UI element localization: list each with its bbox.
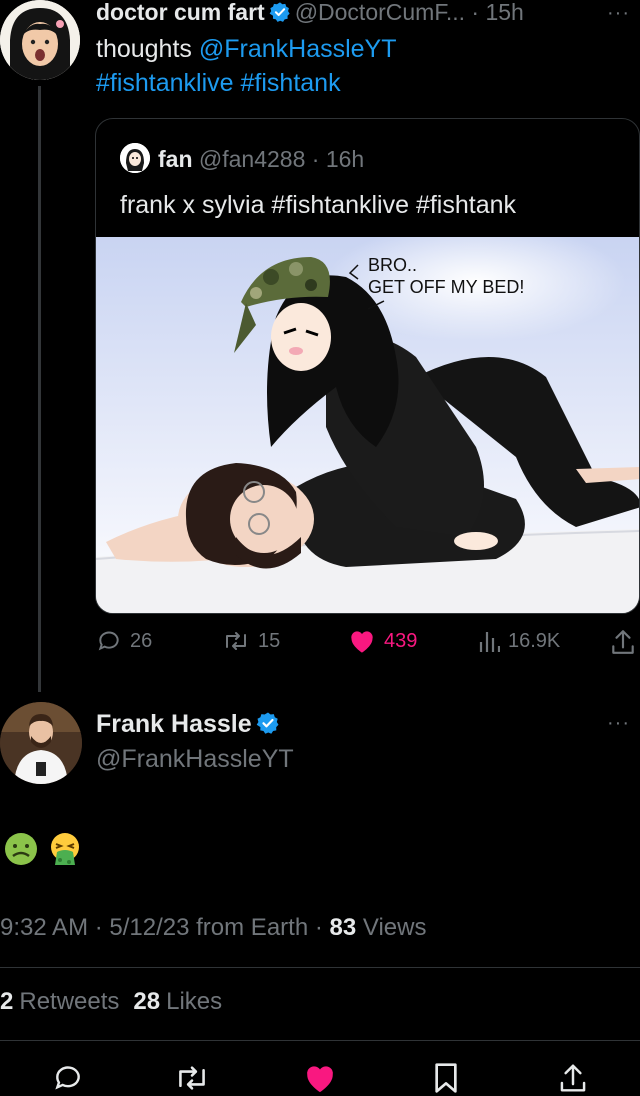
tweet-date[interactable]: 5/12/23 [109,914,189,941]
divider [0,1040,640,1041]
likes-label: Likes [166,988,223,1015]
tweet-timestamp[interactable]: 9:32 AM [0,914,88,941]
tweet-source: from Earth [189,914,309,941]
vomiting-face-icon [48,832,82,866]
author-name[interactable]: doctor cum fart [96,0,265,25]
speech-bubble-line2: GET OFF MY BED! [368,277,524,297]
bookmark-button[interactable] [432,1062,460,1096]
tweet-header: doctor cum fart @DoctorCumF... · 15h [96,0,524,29]
like-button[interactable] [303,1062,337,1096]
views-button[interactable]: 16.9K [478,628,560,654]
engagement-stats: 2 Retweets 28 Likes [0,988,222,1016]
thread-connector-line [38,86,41,692]
tweet-emoji-text [4,832,82,866]
like-button[interactable]: 439 [348,628,417,654]
retweet-button[interactable] [174,1062,210,1096]
tweet-actions: 26 15 439 16.9K [96,628,640,660]
avatar[interactable] [0,702,82,784]
views-count: 16.9K [508,629,561,652]
quoted-author-name[interactable]: fan [158,146,193,172]
retweets-count: 2 [0,988,14,1015]
divider [0,967,640,968]
quoted-tweet-image[interactable]: BRO.. GET OFF MY BED! [96,222,639,613]
verified-badge-icon [269,1,291,29]
author-handle[interactable]: @FrankHassleYT [96,745,294,774]
heart-filled-icon [307,1066,333,1093]
verified-badge-icon [256,711,280,742]
heart-filled-icon [351,631,373,653]
share-button[interactable] [610,628,636,656]
separator-dot: · [311,146,320,172]
separator-dot: · [88,914,110,941]
separator-dot: · [308,914,330,941]
author-handle[interactable]: @DoctorCumF... [295,0,465,25]
quoted-tweet-card[interactable]: fan @fan4288 · 16h frank x sylvia #fisht… [95,118,640,614]
quoted-tweet-text: frank x sylvia #fishtanklive #fishtank [120,191,517,219]
quoted-avatar [120,143,150,173]
likes-stat[interactable]: 28 Likes [133,988,222,1015]
hashtag-links[interactable]: #fishtanklive #fishtank [96,69,341,97]
views-count: 83 [329,914,357,941]
retweet-icon [179,1066,205,1090]
analytics-icon [479,632,500,652]
mention-link[interactable]: @FrankHassleYT [199,35,397,63]
separator-dot: · [471,0,480,25]
reply-icon [55,1066,80,1090]
like-count: 439 [384,629,418,652]
quoted-time: 16h [325,146,365,172]
tweet-text-prefix: thoughts [96,35,199,63]
more-options-icon[interactable]: ··· [607,2,630,25]
quoted-author-handle[interactable]: @fan4288 [199,146,306,172]
bookmark-icon [435,1063,457,1093]
nauseated-face-icon [4,832,38,866]
views-label: Views [356,914,427,941]
reply-button[interactable] [52,1062,84,1096]
tweet-text: thoughts @FrankHassleYT #fishtanklive #f… [96,32,616,100]
share-icon [560,1064,586,1092]
likes-count: 28 [133,988,161,1015]
avatar[interactable] [0,0,80,80]
tweet-time[interactable]: 15h [485,0,523,25]
retweets-stat[interactable]: 2 Retweets [0,988,119,1015]
author-name-text: Frank Hassle [96,710,252,738]
retweet-button[interactable]: 15 [222,628,280,654]
author-name[interactable]: Frank Hassle [96,710,284,742]
reply-icon [98,631,119,651]
retweets-label: Retweets [19,988,120,1015]
speech-bubble-line1: BRO.. [368,255,417,275]
more-options-icon[interactable]: ··· [607,712,630,735]
share-icon [612,630,634,654]
reply-button[interactable]: 26 [96,628,152,654]
share-button[interactable] [558,1062,588,1096]
tweet-action-bar [0,1062,640,1096]
reply-count: 26 [130,629,153,652]
retweet-icon [226,632,246,650]
retweet-count: 15 [258,629,281,652]
tweet-meta: 9:32 AM · 5/12/23 from Earth · 83 Views [0,914,426,942]
quoted-tweet-header: fan @fan4288 · 16h [120,143,364,173]
